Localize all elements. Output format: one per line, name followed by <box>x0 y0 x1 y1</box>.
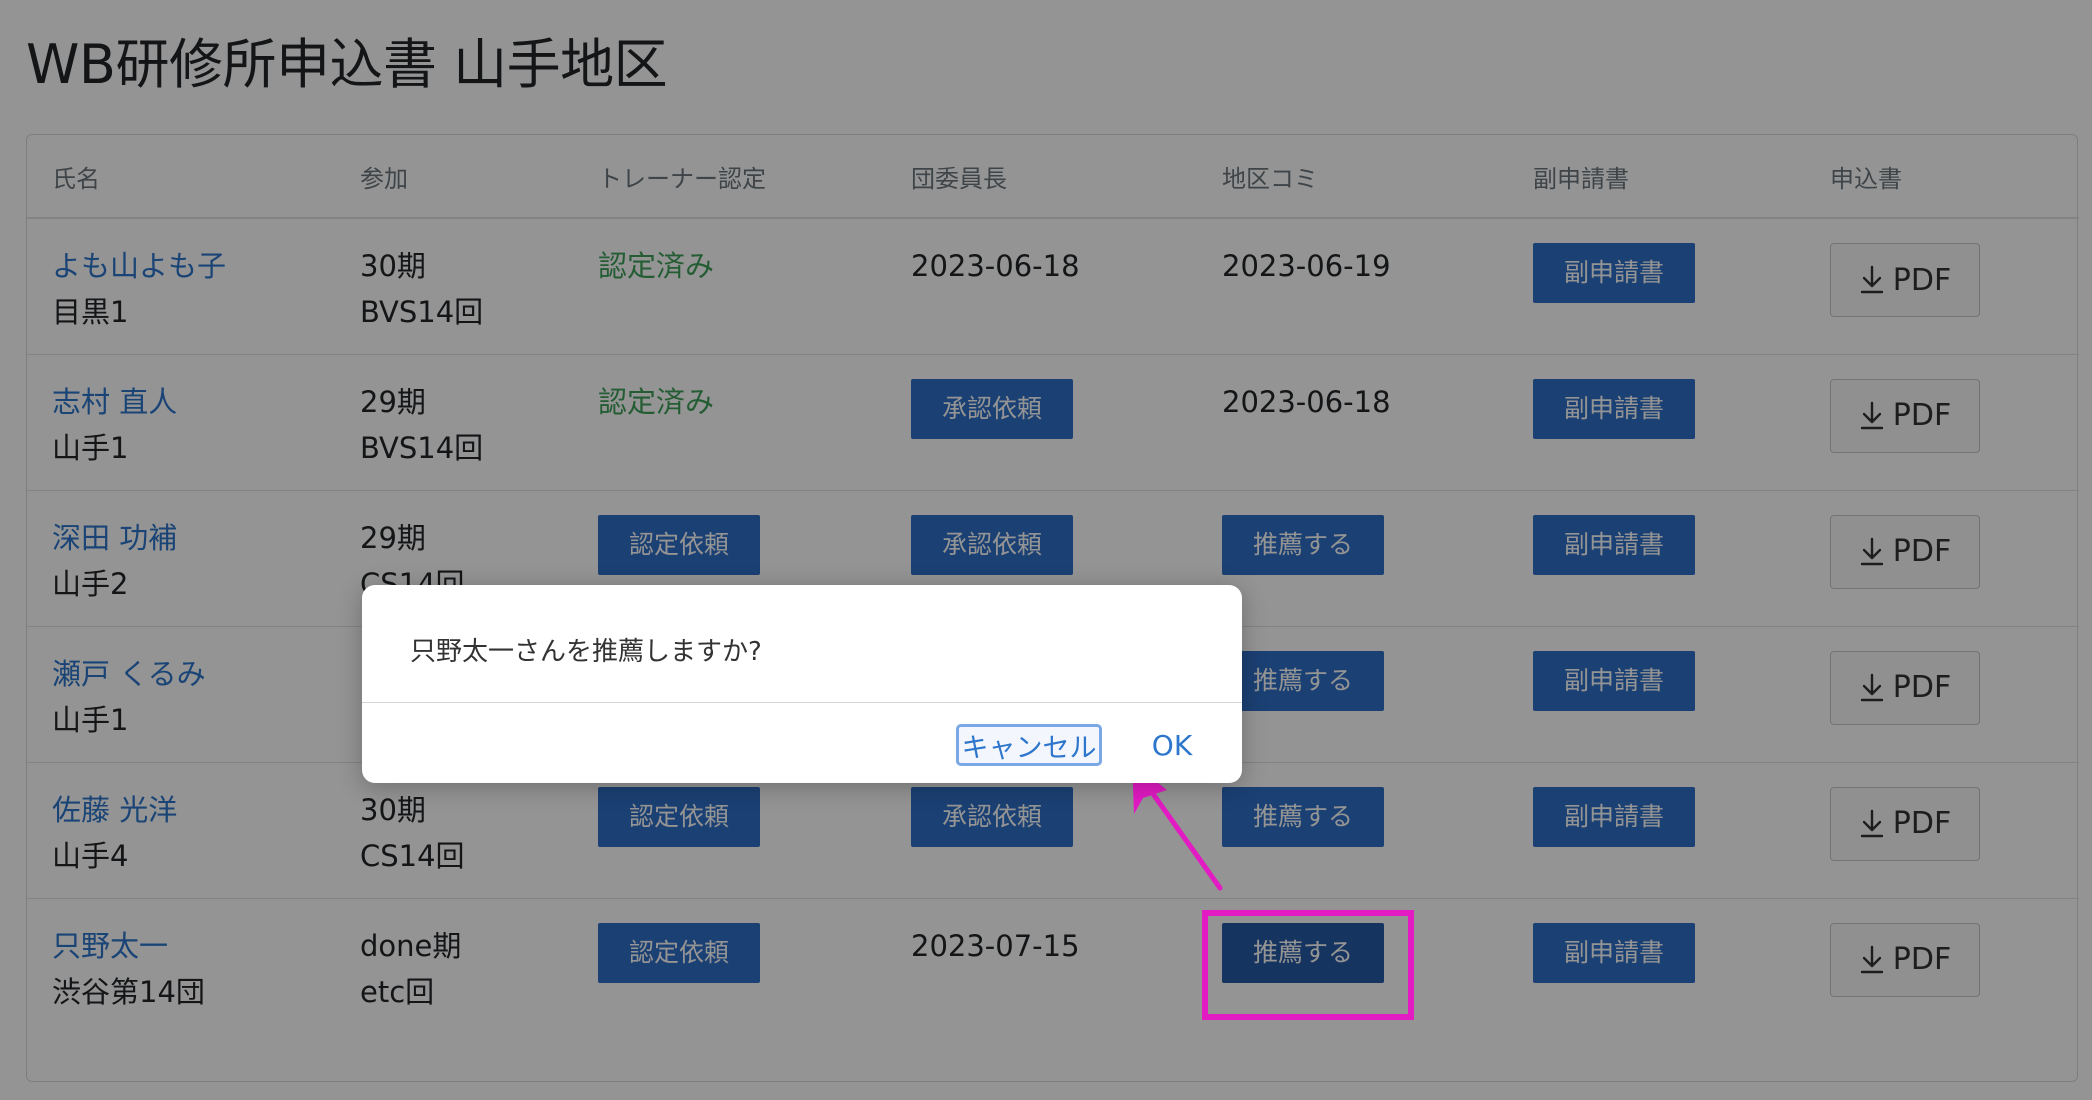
confirm-dialog: 只野太一さんを推薦しますか? キャンセル OK <box>362 585 1242 783</box>
annotation-highlight-box <box>1202 910 1414 1020</box>
dialog-divider <box>362 702 1242 703</box>
dialog-ok-button[interactable]: OK <box>1142 724 1202 766</box>
dialog-cancel-button[interactable]: キャンセル <box>956 724 1102 766</box>
modal-backdrop <box>0 0 2092 1100</box>
dialog-message: 只野太一さんを推薦しますか? <box>410 637 762 667</box>
